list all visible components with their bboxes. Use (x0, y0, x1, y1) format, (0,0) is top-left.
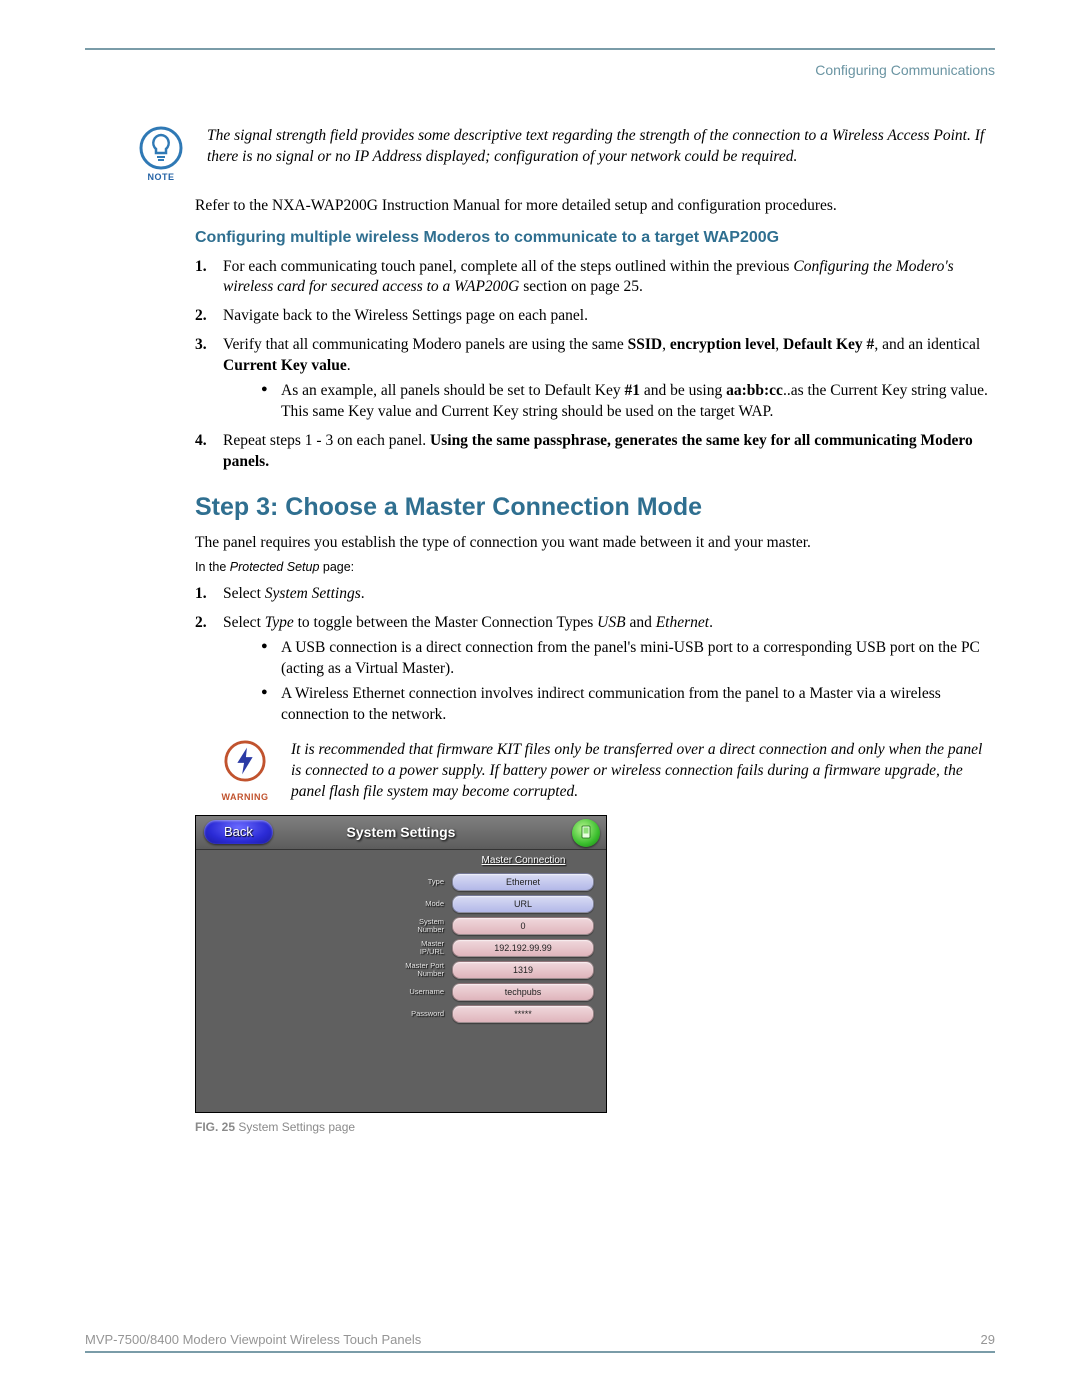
inthe-b: Protected Setup (230, 560, 320, 574)
step3-bullets: A USB connection is a direct connection … (261, 638, 995, 726)
ss-section-label: Master Connection (446, 854, 601, 868)
list-item: As an example, all panels should be set … (261, 381, 995, 423)
ss-row-label: Mode (396, 900, 444, 908)
ss-row: Mode URL (396, 894, 594, 914)
ss-field-value[interactable]: techpubs (452, 983, 594, 1001)
warning-label: WARNING (209, 791, 281, 803)
refer-text: Refer to the NXA-WAP200G Instruction Man… (195, 196, 995, 217)
o2d: USB (597, 614, 625, 631)
ss-row: Password ***** (396, 1004, 594, 1024)
top-rule (85, 48, 995, 50)
ss-row-label: System Number (396, 918, 444, 934)
back-button[interactable]: Back (204, 820, 273, 844)
footer-page-number: 29 (981, 1332, 995, 1347)
lightning-icon (224, 740, 266, 782)
li3-def: Default Key # (783, 336, 874, 353)
ss-row: Username techpubs (396, 982, 594, 1002)
li3-b: , (662, 336, 670, 353)
list-item: 1. For each communicating touch panel, c… (195, 257, 995, 299)
in-the-line: In the Protected Setup page: (195, 559, 995, 576)
sub-key: aa:bb:cc (726, 382, 783, 399)
o2f: Ethernet (656, 614, 709, 631)
ss-row-label: Username (396, 988, 444, 996)
sub-a: As an example, all panels should be set … (281, 382, 625, 399)
li1-part-c: section on page 25. (519, 278, 643, 295)
o1b: System Settings (265, 585, 361, 602)
list-item: 2. Select Type to toggle between the Mas… (195, 613, 995, 726)
list-item: 3. Verify that all communicating Modero … (195, 335, 995, 423)
ss-row-label: Master Port Number (396, 962, 444, 978)
content-column: Refer to the NXA-WAP200G Instruction Man… (195, 196, 995, 1135)
ss-row-label: Type (396, 878, 444, 886)
list-item: 4. Repeat steps 1 - 3 on each panel. Usi… (195, 431, 995, 473)
li4-a: Repeat steps 1 - 3 on each panel. (223, 432, 430, 449)
warning-block: WARNING It is recommended that firmware … (209, 740, 995, 803)
ss-field-value[interactable]: Ethernet (452, 873, 594, 891)
ss-fields: Type Ethernet Mode URL System Number 0 Master … (396, 872, 594, 1026)
ss-field-value[interactable]: 0 (452, 917, 594, 935)
status-indicator-button[interactable] (572, 819, 600, 847)
ss-field-value[interactable]: URL (452, 895, 594, 913)
step3-heading: Step 3: Choose a Master Connection Mode (195, 491, 995, 525)
figure-caption: FIG. 25 System Settings page (195, 1119, 995, 1135)
ss-row: System Number 0 (396, 916, 594, 936)
system-settings-screenshot: Back System Settings Master Connection T… (195, 815, 607, 1113)
li3-enc: encryption level (670, 336, 775, 353)
ss-field-value[interactable]: 1319 (452, 961, 594, 979)
o2e: and (626, 614, 656, 631)
sub-bullets: As an example, all panels should be set … (261, 381, 995, 423)
inthe-c: page: (319, 560, 354, 574)
fig-prefix: FIG. 25 (195, 1120, 235, 1134)
fig-text: System Settings page (235, 1120, 355, 1134)
list-item: 2. Navigate back to the Wireless Setting… (195, 306, 995, 327)
li3-ckv: Current Key value (223, 357, 347, 374)
step3-intro: The panel requires you establish the typ… (195, 533, 995, 554)
li3-ssid: SSID (628, 336, 662, 353)
o2g: . (709, 614, 713, 631)
header-section-title: Configuring Communications (85, 62, 995, 78)
ss-body: Master Connection Type Ethernet Mode URL Sys… (196, 850, 606, 1112)
step3-list: 1. Select System Settings. 2. Select Typ… (195, 584, 995, 726)
note-icon-col: NOTE (125, 126, 197, 182)
list-item: 1. Select System Settings. (195, 584, 995, 605)
li3-c: , (775, 336, 783, 353)
list-item: A Wireless Ethernet connection involves … (261, 684, 995, 726)
footer-left: MVP-7500/8400 Modero Viewpoint Wireless … (85, 1332, 421, 1347)
o1c: . (361, 585, 365, 602)
device-icon (579, 825, 593, 841)
warning-icon-col: WARNING (209, 740, 281, 803)
sub-heading: Configuring multiple wireless Moderos to… (195, 227, 995, 249)
li3-e: . (347, 357, 351, 374)
li3-d: , and an identical (874, 336, 980, 353)
ss-row: Master Port Number 1319 (396, 960, 594, 980)
sub-num: #1 (625, 382, 641, 399)
page: Configuring Communications NOTE The sign… (0, 0, 1080, 1397)
note-label: NOTE (125, 172, 197, 182)
lightbulb-icon (139, 126, 183, 170)
o2a: Select (223, 614, 265, 631)
footer: MVP-7500/8400 Modero Viewpoint Wireless … (85, 1332, 995, 1353)
config-steps-list: 1. For each communicating touch panel, c… (195, 257, 995, 473)
note-block: NOTE The signal strength field provides … (125, 126, 995, 182)
ss-field-value[interactable]: 192.192.99.99 (452, 939, 594, 957)
note-text: The signal strength field provides some … (207, 126, 995, 168)
li2-text: Navigate back to the Wireless Settings p… (223, 307, 588, 324)
ss-row: Type Ethernet (396, 872, 594, 892)
list-item: A USB connection is a direct connection … (261, 638, 995, 680)
li1-part-a: For each communicating touch panel, comp… (223, 258, 793, 275)
inthe-a: In the (195, 560, 230, 574)
li3-a: Verify that all communicating Modero pan… (223, 336, 628, 353)
ss-row: Master IP/URL 192.192.99.99 (396, 938, 594, 958)
o2b: Type (265, 614, 294, 631)
ss-row-label: Password (396, 1010, 444, 1018)
warning-text: It is recommended that firmware KIT file… (291, 740, 995, 803)
o1a: Select (223, 585, 265, 602)
ss-header: Back System Settings (196, 816, 606, 850)
ss-field-value[interactable]: ***** (452, 1005, 594, 1023)
o2c: to toggle between the Master Connection … (294, 614, 597, 631)
ss-row-label: Master IP/URL (396, 940, 444, 956)
sub-b: and be using (640, 382, 726, 399)
